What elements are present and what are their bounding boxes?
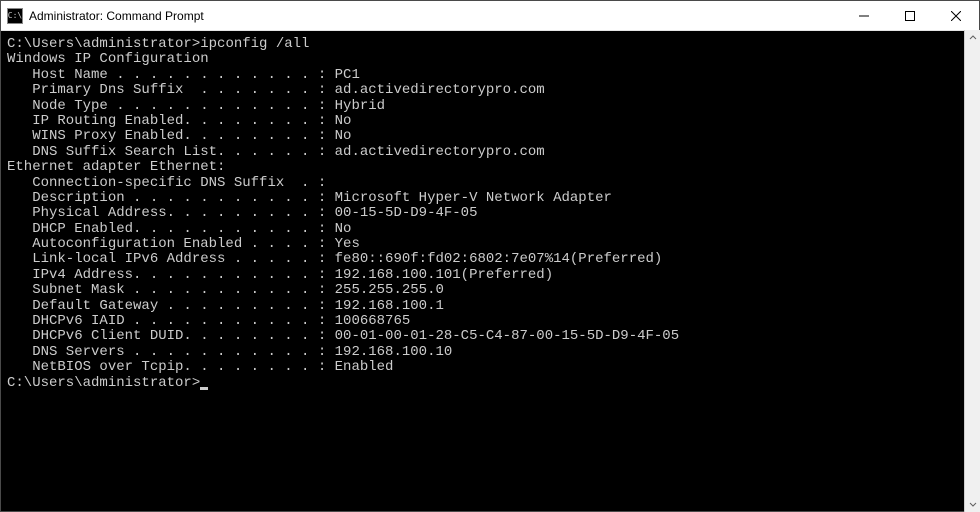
output-line: Connection-specific DNS Suffix . : <box>7 176 979 191</box>
output-line: DHCPv6 IAID . . . . . . . . . . . : 1006… <box>7 314 979 329</box>
output-line: DHCPv6 Client DUID. . . . . . . . : 00-0… <box>7 329 979 344</box>
output-line: Host Name . . . . . . . . . . . . : PC1 <box>7 68 979 83</box>
output-line: IP Routing Enabled. . . . . . . . : No <box>7 114 979 129</box>
vertical-scrollbar[interactable] <box>964 30 980 512</box>
output-line: Link-local IPv6 Address . . . . . : fe80… <box>7 252 979 267</box>
prompt-line: C:\Users\administrator> <box>7 376 979 391</box>
terminal-output[interactable]: C:\Users\administrator>ipconfig /allWind… <box>1 31 979 511</box>
output-line: Default Gateway . . . . . . . . . : 192.… <box>7 299 979 314</box>
close-button[interactable] <box>933 1 979 30</box>
section-header: Ethernet adapter Ethernet: <box>7 160 979 175</box>
output-line: Primary Dns Suffix . . . . . . . : ad.ac… <box>7 83 979 98</box>
minimize-button[interactable] <box>841 1 887 30</box>
close-icon <box>951 11 961 21</box>
output-line: WINS Proxy Enabled. . . . . . . . : No <box>7 129 979 144</box>
section-header: Windows IP Configuration <box>7 52 979 67</box>
minimize-icon <box>859 11 869 21</box>
chevron-down-icon <box>969 500 977 508</box>
output-line: DNS Suffix Search List. . . . . . : ad.a… <box>7 145 979 160</box>
scrollbar-up-button[interactable] <box>965 30 980 46</box>
maximize-icon <box>905 11 915 21</box>
cmd-icon: C:\ <box>7 8 23 24</box>
output-line: DHCP Enabled. . . . . . . . . . . : No <box>7 222 979 237</box>
output-line: Subnet Mask . . . . . . . . . . . : 255.… <box>7 283 979 298</box>
output-line: Description . . . . . . . . . . . : Micr… <box>7 191 979 206</box>
command-prompt-window: C:\ Administrator: Command Prompt C:\Use… <box>0 0 980 512</box>
prompt-line: C:\Users\administrator>ipconfig /all <box>7 37 979 52</box>
output-line: NetBIOS over Tcpip. . . . . . . . : Enab… <box>7 360 979 375</box>
command-text: ipconfig /all <box>200 36 309 52</box>
window-title: Administrator: Command Prompt <box>29 9 204 23</box>
chevron-up-icon <box>969 34 977 42</box>
cmd-icon-glyph: C:\ <box>8 12 22 20</box>
scrollbar-down-button[interactable] <box>965 496 980 512</box>
prompt-path: C:\Users\administrator> <box>7 36 200 52</box>
output-line: Node Type . . . . . . . . . . . . : Hybr… <box>7 99 979 114</box>
scrollbar-track[interactable] <box>965 46 980 496</box>
output-line: Physical Address. . . . . . . . . : 00-1… <box>7 206 979 221</box>
window-controls <box>841 1 979 30</box>
cursor <box>200 387 208 390</box>
output-line: Autoconfiguration Enabled . . . . : Yes <box>7 237 979 252</box>
prompt-path: C:\Users\administrator> <box>7 375 200 391</box>
output-line: IPv4 Address. . . . . . . . . . . : 192.… <box>7 268 979 283</box>
maximize-button[interactable] <box>887 1 933 30</box>
titlebar[interactable]: C:\ Administrator: Command Prompt <box>1 1 979 31</box>
output-line: DNS Servers . . . . . . . . . . . : 192.… <box>7 345 979 360</box>
